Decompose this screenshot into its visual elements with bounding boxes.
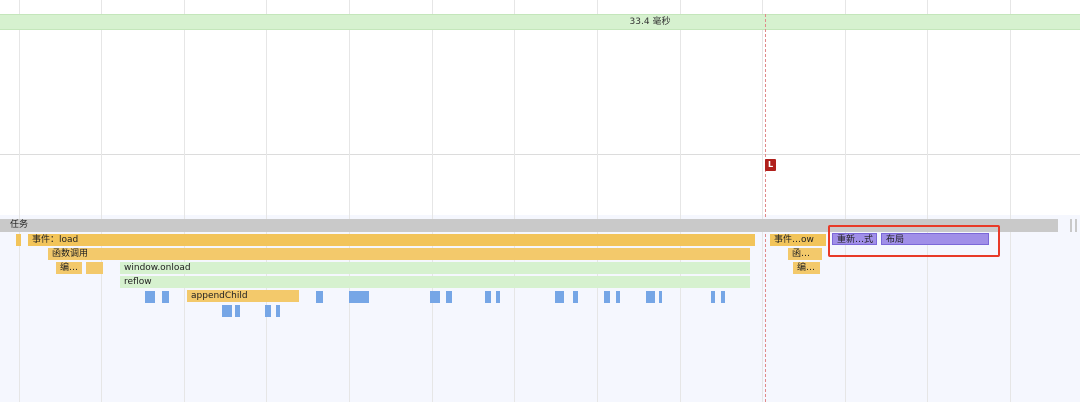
grid-line xyxy=(1010,0,1011,402)
highlight-box xyxy=(828,225,1000,257)
track-end-mark xyxy=(1075,219,1077,232)
window-onload-bar[interactable]: window.onload xyxy=(120,262,750,274)
grid-line xyxy=(101,0,102,402)
call-block[interactable] xyxy=(616,291,620,303)
grid-line xyxy=(597,0,598,402)
function-call-short-bar[interactable]: 函… xyxy=(788,248,822,260)
compile-bar[interactable]: 编… xyxy=(56,262,82,274)
call-block[interactable] xyxy=(711,291,715,303)
grid-line xyxy=(762,0,763,402)
call-block[interactable] xyxy=(276,305,280,317)
grid-line xyxy=(19,0,20,402)
call-block[interactable] xyxy=(659,291,662,303)
grid-line xyxy=(680,0,681,402)
call-block[interactable] xyxy=(349,291,369,303)
call-block[interactable] xyxy=(430,291,440,303)
call-block[interactable] xyxy=(646,291,655,303)
function-call-bar[interactable]: 函数调用 xyxy=(48,248,750,260)
task-label[interactable]: 任务 xyxy=(6,219,86,232)
reflow-bar[interactable]: reflow xyxy=(120,276,750,288)
call-block[interactable] xyxy=(265,305,271,317)
call-block[interactable] xyxy=(235,305,240,317)
call-block[interactable] xyxy=(222,305,232,317)
compile-short-bar[interactable]: 编… xyxy=(793,262,820,274)
frame-duration-label: 33.4 毫秒 xyxy=(629,17,671,27)
call-block[interactable] xyxy=(446,291,452,303)
event-sliver[interactable] xyxy=(16,234,21,246)
grid-line xyxy=(349,0,350,402)
grid-line xyxy=(927,0,928,402)
frame-band[interactable] xyxy=(0,14,1080,30)
compile-bar-small[interactable] xyxy=(86,262,103,274)
event-onload-bar[interactable]: 事件…ow xyxy=(770,234,826,246)
grid-line xyxy=(432,0,433,402)
append-child-bar[interactable]: appendChild xyxy=(187,290,299,302)
load-event-line xyxy=(765,14,766,402)
grid-line xyxy=(514,0,515,402)
call-block[interactable] xyxy=(496,291,500,303)
call-block[interactable] xyxy=(721,291,725,303)
call-block[interactable] xyxy=(145,291,155,303)
call-block[interactable] xyxy=(485,291,491,303)
event-load-bar[interactable]: 事件：load xyxy=(28,234,755,246)
call-block[interactable] xyxy=(573,291,578,303)
call-block[interactable] xyxy=(316,291,323,303)
call-block[interactable] xyxy=(604,291,610,303)
track-separator xyxy=(0,154,1080,155)
grid-line xyxy=(266,0,267,402)
load-event-marker[interactable]: L xyxy=(765,159,776,171)
call-block[interactable] xyxy=(555,291,564,303)
call-block[interactable] xyxy=(162,291,169,303)
track-end-mark xyxy=(1070,219,1072,232)
grid-line xyxy=(184,0,185,402)
grid-line xyxy=(845,0,846,402)
